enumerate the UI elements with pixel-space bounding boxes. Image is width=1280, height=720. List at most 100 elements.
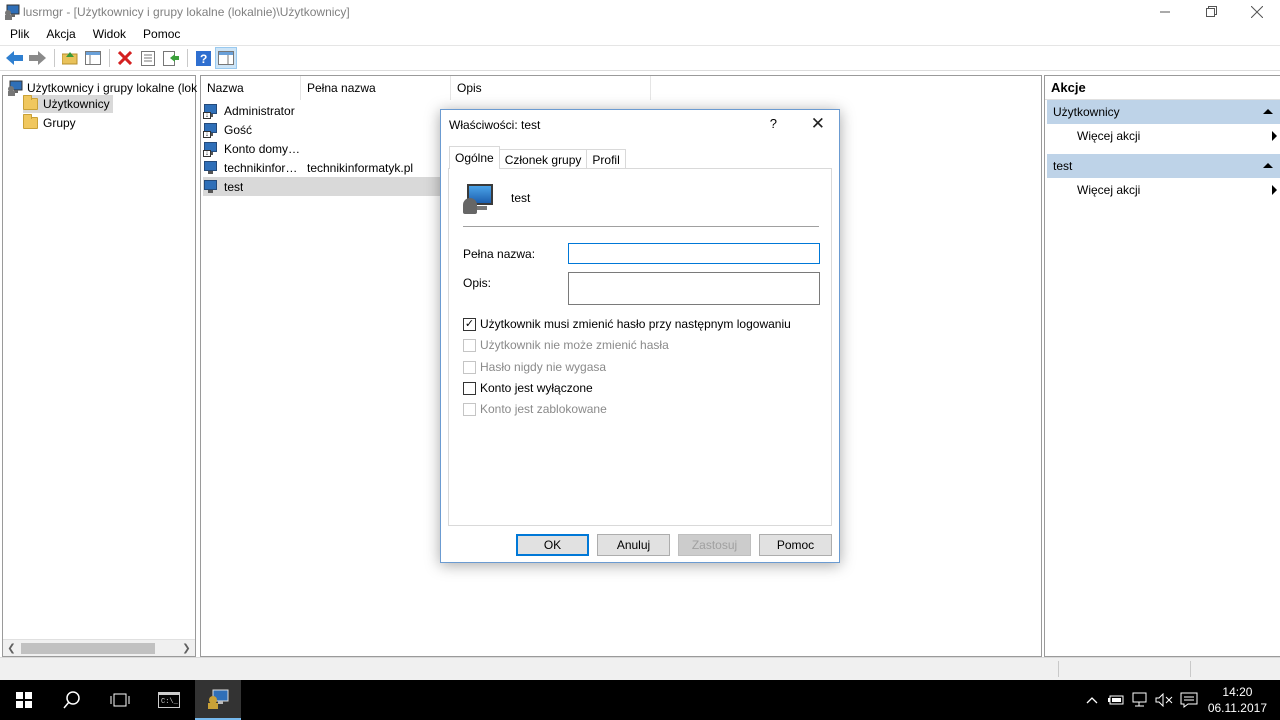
column-header-full-name[interactable]: Pełna nazwa: [301, 76, 451, 100]
more-actions-users[interactable]: Więcej akcji: [1077, 125, 1277, 147]
action-center-icon[interactable]: [1178, 680, 1200, 720]
back-icon[interactable]: [4, 47, 26, 69]
description-label: Opis:: [463, 276, 492, 290]
scrollbar-thumb[interactable]: [21, 643, 155, 654]
help-icon[interactable]: ?: [192, 47, 214, 69]
clock[interactable]: 14:20 06.11.2017: [1208, 684, 1267, 716]
checkbox-icon[interactable]: [463, 360, 476, 374]
table-row[interactable]: technikinfor… technikinformatyk.pl: [203, 158, 453, 177]
table-row[interactable]: ↓ Konto domy…: [203, 139, 453, 158]
table-row[interactable]: ↓ Administrator: [203, 101, 453, 120]
ok-button[interactable]: OK: [516, 534, 589, 556]
network-icon[interactable]: [1130, 680, 1150, 720]
checkbox-cannot-change-password[interactable]: Użytkownik nie może zmienić hasła: [463, 338, 669, 352]
export-icon[interactable]: [160, 47, 182, 69]
tree-item-users[interactable]: Użytkownicy: [23, 95, 113, 113]
table-row[interactable]: test: [203, 177, 443, 196]
menu-plik[interactable]: Plik: [0, 27, 36, 41]
cmd-taskbar-icon[interactable]: C:\_: [146, 680, 192, 720]
user-name: test: [224, 179, 244, 194]
delete-icon[interactable]: [114, 47, 136, 69]
user-full-name: technikinformatyk.pl: [307, 160, 414, 175]
minimize-icon[interactable]: [1142, 0, 1188, 23]
more-actions-test[interactable]: Więcej akcji: [1077, 179, 1277, 201]
tab-general[interactable]: Ogólne: [449, 146, 500, 169]
horizontal-scrollbar[interactable]: ❮ ❯: [3, 639, 195, 656]
search-icon[interactable]: [48, 680, 96, 720]
more-actions-label: Więcej akcji: [1077, 183, 1141, 197]
chevron-up-icon[interactable]: [1083, 680, 1101, 720]
lusrmgr-taskbar-icon[interactable]: [195, 680, 241, 720]
user-icon: [203, 179, 219, 195]
checkbox-label: Konto jest wyłączone: [480, 381, 593, 395]
checkbox-label: Użytkownik musi zmienić hasło przy nastę…: [480, 317, 791, 331]
menu-pomoc[interactable]: Pomoc: [133, 27, 187, 41]
window-title: lusrmgr - [Użytkownicy i grupy lokalne (…: [23, 4, 350, 19]
checkbox-icon[interactable]: [463, 381, 476, 395]
table-row[interactable]: ↓ Gość: [203, 120, 453, 139]
up-folder-icon[interactable]: [59, 47, 81, 69]
tree-item-groups[interactable]: Grupy: [23, 114, 76, 132]
submenu-arrow-icon: [1272, 185, 1277, 195]
toolbar-separator: [109, 49, 110, 67]
volume-muted-icon[interactable]: [1154, 680, 1174, 720]
full-name-label: Pełna nazwa:: [463, 247, 536, 261]
folder-icon: [23, 95, 38, 110]
actions-group-label: test: [1053, 159, 1073, 173]
apply-button[interactable]: Zastosuj: [678, 534, 751, 556]
description-input[interactable]: [568, 272, 820, 305]
checkbox-icon[interactable]: [463, 338, 476, 352]
scroll-left-arrow-icon[interactable]: ❮: [3, 640, 20, 657]
dialog-title: Właściwości: test: [449, 118, 541, 132]
actions-group-users[interactable]: Użytkownicy: [1047, 100, 1280, 124]
battery-icon[interactable]: [1106, 680, 1126, 720]
tree-root-label: Użytkownicy i grupy lokalne (lok: [27, 80, 198, 95]
tab-member-of[interactable]: Członek grupy: [498, 149, 588, 169]
svg-text:C:\_: C:\_: [161, 698, 179, 706]
help-question-icon[interactable]: ?: [770, 116, 777, 131]
checkbox-must-change-password[interactable]: ✓ Użytkownik musi zmienić hasło przy nas…: [463, 317, 791, 331]
dialog-username: test: [511, 191, 531, 205]
column-header-description[interactable]: Opis: [451, 76, 651, 100]
show-hide-tree-icon[interactable]: [82, 47, 104, 69]
toolbar-separator: [187, 49, 188, 67]
properties-icon[interactable]: [137, 47, 159, 69]
clock-date: 06.11.2017: [1207, 701, 1267, 715]
forward-icon[interactable]: [27, 47, 49, 69]
computer-users-icon: [7, 80, 23, 96]
checkbox-icon[interactable]: [463, 402, 476, 416]
menu-akcja[interactable]: Akcja: [36, 27, 82, 41]
show-hide-action-pane-icon[interactable]: [215, 47, 237, 69]
cancel-button[interactable]: Anuluj: [597, 534, 670, 556]
close-icon[interactable]: [1234, 0, 1280, 23]
menu-widok[interactable]: Widok: [83, 27, 133, 41]
actions-group-label: Użytkownicy: [1053, 105, 1120, 119]
user-icon: [203, 160, 219, 176]
help-button[interactable]: Pomoc: [759, 534, 832, 556]
scroll-right-arrow-icon[interactable]: ❯: [178, 640, 195, 657]
column-header-name[interactable]: Nazwa: [201, 76, 301, 100]
tree-item-label: Grupy: [43, 116, 76, 130]
checkbox-label: Konto jest zablokowane: [480, 402, 607, 416]
dialog-title-bar: Właściwości: test: [441, 110, 839, 140]
checkbox-checked-icon[interactable]: ✓: [463, 317, 476, 331]
actions-group-test[interactable]: test: [1047, 154, 1280, 178]
tree-root[interactable]: Użytkownicy i grupy lokalne (lok: [7, 79, 197, 96]
full-name-input[interactable]: [568, 243, 820, 264]
properties-dialog: Właściwości: test ? ✕ Ogólne Członek gru…: [440, 109, 840, 563]
checkbox-password-never-expires[interactable]: Hasło nigdy nie wygasa: [463, 360, 606, 374]
restore-icon[interactable]: [1188, 0, 1234, 23]
tab-profile[interactable]: Profil: [586, 149, 626, 169]
task-view-icon[interactable]: [96, 680, 144, 720]
collapse-icon[interactable]: [1263, 109, 1273, 114]
user-computer-icon: [463, 182, 495, 214]
user-name: Konto domy…: [224, 141, 301, 156]
user-name: technikinfor…: [224, 160, 298, 175]
dialog-close-icon[interactable]: ✕: [811, 114, 825, 134]
user-icon: ↓: [203, 103, 219, 119]
start-windows-icon[interactable]: [0, 680, 48, 720]
collapse-icon[interactable]: [1263, 163, 1273, 168]
checkbox-account-disabled[interactable]: Konto jest wyłączone: [463, 381, 593, 395]
checkbox-account-locked[interactable]: Konto jest zablokowane: [463, 402, 607, 416]
tab-general-body: test Pełna nazwa: Opis: ✓ Użytkownik mus…: [448, 168, 832, 526]
